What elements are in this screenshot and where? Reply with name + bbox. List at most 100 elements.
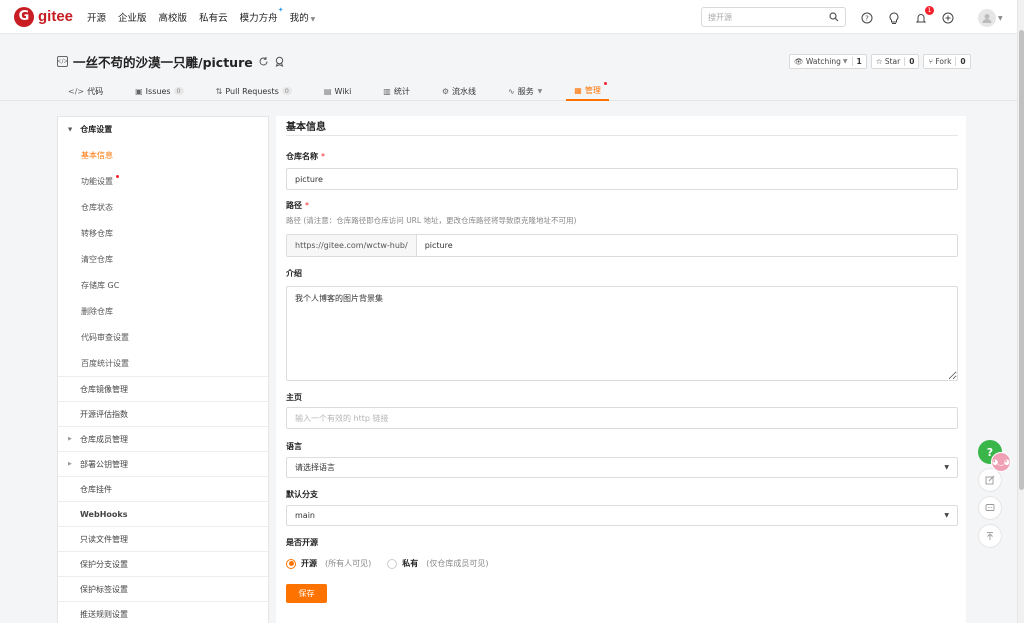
features-red-dot <box>116 175 119 178</box>
tab-issues[interactable]: ▣ Issues 0 <box>127 81 192 101</box>
caret-right-icon: ▶ <box>68 461 72 467</box>
page-scrollbar[interactable] <box>1017 0 1024 623</box>
visibility-label: 是否开源 <box>286 538 318 547</box>
tab-wiki[interactable]: ▤ Wiki <box>316 81 359 101</box>
avatar[interactable] <box>978 9 996 27</box>
tab-wiki-label: Wiki <box>334 86 352 96</box>
radio-open-source[interactable]: 开源 (所有人可见) <box>286 558 371 569</box>
search-input[interactable] <box>708 12 829 22</box>
tab-pipeline[interactable]: ⚙ 流水线 <box>434 81 484 101</box>
nav-link-moli-label: 模力方舟 <box>239 12 278 24</box>
tab-stats[interactable]: ▥ 统计 <box>375 81 418 101</box>
sidebar-item-protected-branches[interactable]: 保护分支设置 <box>58 551 268 576</box>
homepage-field[interactable] <box>286 407 958 429</box>
pipeline-icon: ⚙ <box>441 86 450 96</box>
default-branch-label: 默认分支 <box>286 490 318 499</box>
repo-name[interactable]: 一丝不苟的沙漠一只雕/picture <box>73 52 253 71</box>
repo-code-icon: </> <box>56 56 69 67</box>
help-icon[interactable]: ? <box>860 11 874 25</box>
save-button[interactable]: 保存 <box>286 584 327 603</box>
sidebar-item-repo-status[interactable]: 仓库状态 <box>58 194 268 220</box>
tab-pull-requests-label: Pull Requests <box>225 86 279 96</box>
sidebar-item-deploy-keys[interactable]: ▶ 部署公钥管理 <box>58 451 268 476</box>
assistant-bubble-icon[interactable]: ◕‿◕ <box>991 452 1011 472</box>
gitee-logo[interactable]: G gitee <box>14 6 73 27</box>
radio-private-dot[interactable] <box>387 558 398 569</box>
wiki-icon: ▤ <box>323 86 332 96</box>
sidebar-item-push-rules[interactable]: 推送规则设置 <box>58 601 268 623</box>
nav-link-mine[interactable]: 我的 ▼ <box>290 10 316 24</box>
bell-icon[interactable]: 1 <box>914 6 934 25</box>
issues-icon: ▣ <box>135 86 143 96</box>
fork-count[interactable]: 0 <box>955 57 969 66</box>
avatar-dropdown-icon[interactable]: ▼ <box>998 15 1003 22</box>
tab-pull-requests[interactable]: ⇅ Pull Requests 0 <box>208 81 300 101</box>
star-label: Star <box>884 57 901 66</box>
services-dropdown-icon: ▼ <box>535 87 543 95</box>
nav-link-moli[interactable]: 模力方舟 ✦ <box>239 6 284 24</box>
sync-icon[interactable] <box>258 56 269 67</box>
sidebar-item-baidu-stats[interactable]: 百度统计设置 <box>58 350 268 376</box>
search-icon[interactable] <box>829 12 839 22</box>
sidebar-item-features-label: 功能设置 <box>81 176 113 186</box>
title-divider <box>286 135 958 136</box>
star-count[interactable]: 0 <box>904 57 918 66</box>
path-input[interactable] <box>416 235 957 256</box>
nav-link-enterprise[interactable]: 企业版 <box>118 10 147 24</box>
plus-circle-icon[interactable] <box>941 11 955 25</box>
sidebar-item-deploy-keys-label: 部署公钥管理 <box>80 459 128 469</box>
watch-button[interactable]: 👁︎ Watching ▼ 1 <box>789 54 867 69</box>
radio-private[interactable]: 私有 (仅仓库成员可见) <box>387 558 489 569</box>
arrow-up-icon <box>987 532 993 540</box>
default-branch-select[interactable]: main ▼ <box>286 505 958 526</box>
language-label: 语言 <box>286 442 302 451</box>
language-select[interactable]: 请选择语言 ▼ <box>286 457 958 478</box>
repo-name-input[interactable] <box>295 174 949 184</box>
sidebar-item-delete[interactable]: 删除仓库 <box>58 298 268 324</box>
sidebar-item-members[interactable]: ▶ 仓库成员管理 <box>58 426 268 451</box>
top-navbar: G gitee 开源 企业版 高校版 私有云 模力方舟✦ 我的▼ ? 1 ▼ <box>0 0 1017 34</box>
nav-link-private-cloud[interactable]: 私有云 <box>199 10 228 24</box>
tab-manage[interactable]: ▦ 管理 <box>566 81 609 101</box>
sidebar-item-transfer[interactable]: 转移仓库 <box>58 220 268 246</box>
caret-down-icon: ▼ <box>68 126 73 133</box>
nav-link-open-source[interactable]: 开源 <box>87 10 106 24</box>
sidebar-item-gc[interactable]: 存储库 GC <box>58 272 268 298</box>
star-button[interactable]: ☆ Star 0 <box>870 54 920 69</box>
sidebar-item-protected-tags[interactable]: 保护标签设置 <box>58 576 268 601</box>
required-mark: * <box>305 201 309 210</box>
badge-icon[interactable] <box>274 56 285 67</box>
radio-private-label: 私有 <box>402 559 419 568</box>
sidebar-item-features[interactable]: 功能设置 <box>58 168 268 194</box>
eye-icon: 👁︎ <box>794 57 804 66</box>
sidebar-item-basic-info[interactable]: 基本信息 <box>58 142 268 168</box>
watch-count[interactable]: 1 <box>851 57 866 66</box>
tab-services[interactable]: ∿ 服务 ▼ <box>500 81 550 101</box>
radio-open-source-dot[interactable] <box>286 558 296 569</box>
sidebar-item-oss-index[interactable]: 开源评估指数 <box>58 401 268 426</box>
homepage-input[interactable] <box>295 413 949 423</box>
back-to-top-button[interactable] <box>978 524 1002 548</box>
fork-button[interactable]: ⑂ Fork 0 <box>923 54 971 69</box>
intro-textarea[interactable]: 我个人博客的图片背景集 <box>286 286 958 381</box>
gitee-logo-icon: G <box>14 6 34 27</box>
sidebar-item-mirror[interactable]: 仓库镜像管理 <box>58 376 268 401</box>
repo-name-field[interactable] <box>286 168 958 190</box>
search-box[interactable] <box>701 7 846 27</box>
path-field[interactable]: https://gitee.com/wctw-hub/ <box>286 234 958 257</box>
scrollbar-thumb[interactable] <box>1019 30 1024 490</box>
chat-button[interactable] <box>978 496 1002 520</box>
tab-code[interactable]: </> 代码 <box>60 81 111 101</box>
sidebar-item-widgets[interactable]: 仓库挂件 <box>58 476 268 501</box>
lightbulb-icon[interactable] <box>887 11 901 25</box>
sidebar-item-webhooks[interactable]: WebHooks <box>58 501 268 526</box>
tab-services-label: 服务 <box>517 86 534 96</box>
pull-request-icon: ⇅ <box>215 86 223 96</box>
sidebar-group-repo-settings[interactable]: ▼ 仓库设置 <box>58 117 268 142</box>
sidebar-item-clear[interactable]: 清空仓库 <box>58 246 268 272</box>
fork-icon: ⑂ <box>928 57 933 66</box>
tab-pull-requests-count: 0 <box>281 87 292 95</box>
sidebar-item-readonly-files[interactable]: 只读文件管理 <box>58 526 268 551</box>
nav-link-education[interactable]: 高校版 <box>159 10 188 24</box>
sidebar-item-code-review[interactable]: 代码审查设置 <box>58 324 268 350</box>
